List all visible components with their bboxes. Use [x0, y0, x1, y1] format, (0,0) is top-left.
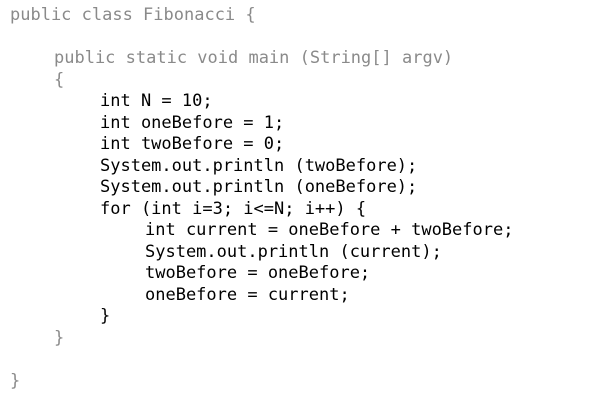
code-line-declare-n: int N = 10;: [100, 91, 213, 111]
code-line-for-close-brace: }: [100, 306, 111, 326]
code-line-compute-current: int current = oneBefore + twoBefore;: [145, 220, 514, 240]
code-line-assign-one-before: oneBefore = current;: [145, 284, 350, 305]
code-line-declare-two-before: int twoBefore = 0;: [100, 134, 285, 154]
code-line-print-current: System.out.println (current);: [145, 241, 442, 262]
code-line-class-declaration: public class Fibonacci {: [10, 5, 256, 25]
code-line-class-close-brace: }: [10, 370, 21, 391]
code-line-main-open-brace: {: [54, 69, 65, 90]
code-line-main-signature: public static void main (String[] argv): [54, 48, 454, 68]
code-line-print-two-before: System.out.println (twoBefore);: [100, 155, 418, 176]
code-line-main-close-brace: }: [54, 327, 65, 348]
code-line-print-one-before: System.out.println (oneBefore);: [100, 177, 418, 197]
code-line-declare-one-before: int oneBefore = 1;: [100, 112, 285, 133]
code-line-for-loop: for (int i=3; i<=N; i++) {: [100, 198, 367, 219]
code-line-assign-two-before: twoBefore = oneBefore;: [145, 263, 371, 283]
code-block: public class Fibonacci { public static v…: [0, 0, 592, 407]
